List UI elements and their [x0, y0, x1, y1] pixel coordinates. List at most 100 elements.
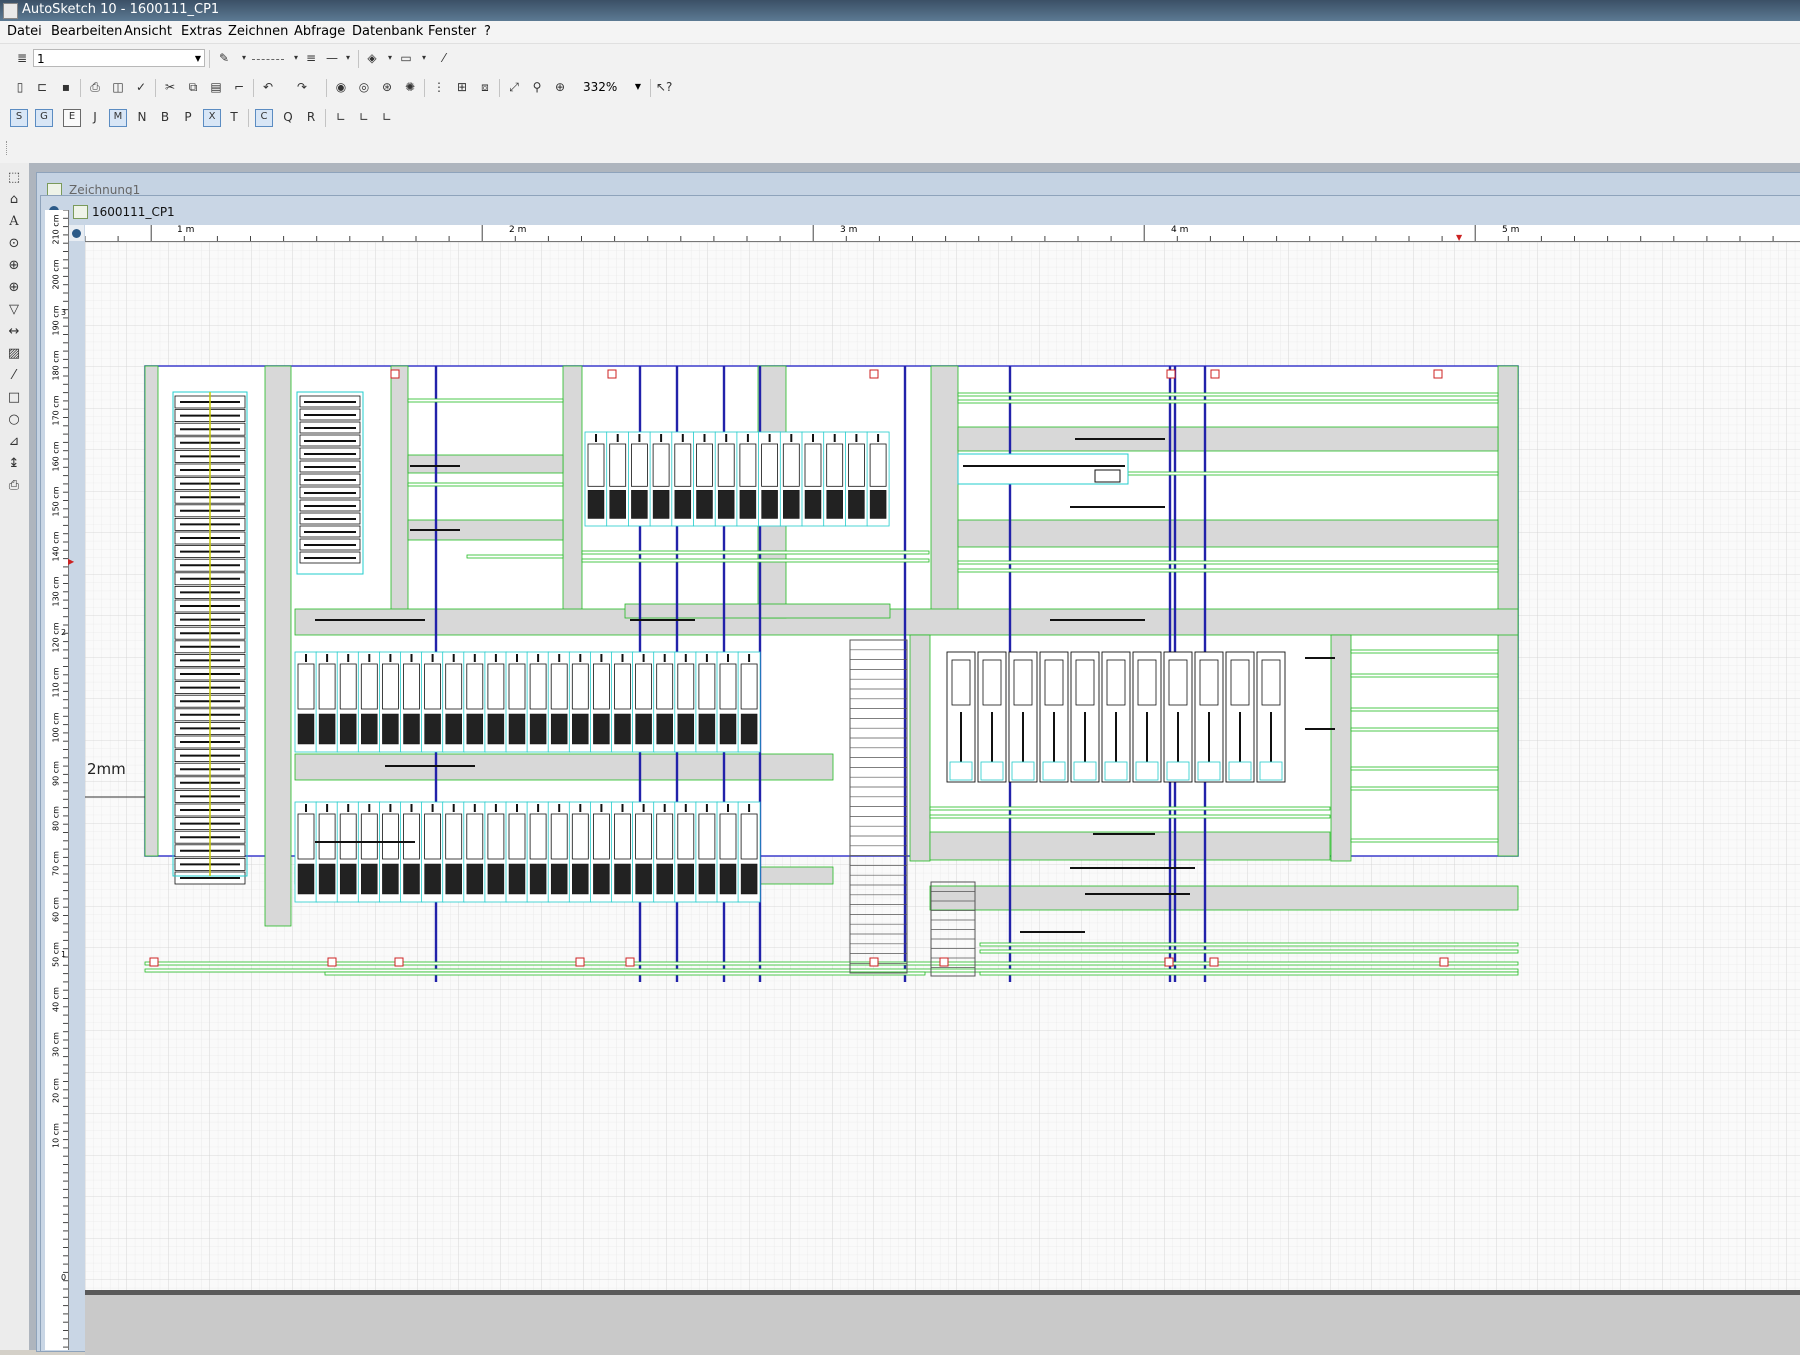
grid-icon[interactable]: ⋮: [431, 79, 447, 95]
menu-fenster[interactable]: Fenster: [428, 24, 476, 39]
io-module-connector: [572, 713, 589, 745]
snap-icon[interactable]: ↨: [5, 455, 23, 473]
ruler-origin-icon[interactable]: [72, 229, 81, 238]
fill-pattern-icon[interactable]: ▭: [396, 50, 416, 66]
terminal-red: [390, 369, 400, 379]
layer-select[interactable]: 1 ▼: [33, 49, 205, 67]
io-module-connector: [403, 863, 420, 895]
zoom-select[interactable]: 332% ▼: [580, 78, 644, 96]
layers-icon[interactable]: ⧈: [477, 79, 493, 95]
fill-color-icon[interactable]: ◈: [364, 50, 380, 66]
format-painter-icon[interactable]: ⌐: [231, 79, 247, 95]
menu-bearbeiten[interactable]: Bearbeiten: [51, 24, 122, 39]
snap-la-icon[interactable]: ∟: [333, 109, 349, 125]
context-help-icon[interactable]: ↖?: [656, 79, 672, 95]
horizontal-ruler[interactable]: 1 m 2 m 3 m 4 m 5 m ▼: [85, 225, 1800, 242]
hatch-icon[interactable]: ▨: [5, 345, 23, 363]
io-module-body: [571, 813, 589, 860]
snap-q-icon[interactable]: Q: [280, 109, 296, 125]
group-icon[interactable]: ◉: [333, 79, 349, 95]
layer-icon[interactable]: ≣: [14, 50, 30, 66]
zoom-window-icon[interactable]: ⤢: [506, 79, 522, 95]
chevron-down-icon[interactable]: ▾: [236, 50, 252, 66]
snap-e-icon[interactable]: E: [63, 109, 81, 127]
menu-ansicht[interactable]: Ansicht: [124, 24, 172, 39]
chevron-down-icon[interactable]: ▾: [340, 50, 356, 66]
open-icon[interactable]: ⊏: [34, 79, 50, 95]
io-module-connector: [382, 863, 399, 895]
symbol-icon[interactable]: ⊛: [379, 79, 395, 95]
snap-t-icon[interactable]: T: [226, 109, 242, 125]
io-module-body: [804, 443, 822, 487]
din-rail: [324, 971, 926, 976]
line-weight-icon[interactable]: ≡: [303, 50, 319, 66]
io-module-connector: [698, 713, 716, 745]
rectangle-icon[interactable]: □: [5, 389, 23, 407]
snap-b-icon[interactable]: B: [157, 109, 173, 125]
zoom-in-icon[interactable]: ⊕: [552, 79, 568, 95]
din-rail: [957, 568, 1499, 573]
print-icon[interactable]: ⎙: [5, 477, 23, 495]
chevron-down-icon[interactable]: ▾: [288, 50, 304, 66]
line-icon[interactable]: ⁄: [5, 367, 23, 385]
io-module-connector: [656, 863, 673, 895]
din-rail: [466, 554, 564, 559]
snap-j-icon[interactable]: J: [87, 109, 103, 125]
snap-lh-icon[interactable]: ∟: [379, 109, 395, 125]
ungroup-icon[interactable]: ◎: [356, 79, 372, 95]
ruler-label-cm: 190 cm: [51, 305, 61, 336]
print-icon[interactable]: ⎙: [87, 79, 103, 95]
zoom-window-icon[interactable]: ⊙: [5, 235, 23, 253]
edit-icon[interactable]: ⌂: [5, 191, 23, 209]
print-preview-icon[interactable]: ◫: [110, 79, 126, 95]
io-module-body: [529, 813, 547, 860]
explode-icon[interactable]: ✺: [402, 79, 418, 95]
pen-color-icon[interactable]: ✎: [216, 50, 232, 66]
menu-extras[interactable]: Extras: [181, 24, 222, 39]
terminal-red: [1164, 957, 1174, 967]
horizontal-scrollbar[interactable]: [85, 1290, 1800, 1355]
spellcheck-icon[interactable]: ✓: [133, 79, 149, 95]
snap-grid-icon[interactable]: ⊞: [454, 79, 470, 95]
snap-m-icon[interactable]: M: [109, 109, 127, 127]
eyedropper-icon[interactable]: ⁄: [436, 50, 452, 66]
drawing-canvas[interactable]: 2mm: [85, 242, 1800, 1290]
fill-icon[interactable]: ▽: [5, 301, 23, 319]
snap-x-icon[interactable]: X: [203, 109, 221, 127]
zoom-in-icon[interactable]: ⊕: [5, 279, 23, 297]
menu-zeichnen[interactable]: Zeichnen: [228, 24, 288, 39]
dimension-icon[interactable]: ↔: [5, 323, 23, 341]
cut-icon[interactable]: ✂: [162, 79, 178, 95]
undo-icon[interactable]: ↶: [260, 79, 276, 95]
select-icon[interactable]: ⬚: [5, 169, 23, 187]
copy-icon[interactable]: ⧉: [185, 79, 201, 95]
text-icon[interactable]: A: [5, 213, 23, 231]
io-module-body: [318, 813, 336, 860]
snap-s-icon[interactable]: S: [10, 109, 28, 127]
zoom-all-icon[interactable]: ⊕: [5, 257, 23, 275]
redo-icon[interactable]: ↷: [294, 79, 310, 95]
menu-datei[interactable]: Datei: [7, 24, 42, 39]
io-module-body: [339, 663, 357, 710]
menu-help[interactable]: ?: [484, 24, 491, 39]
paste-icon[interactable]: ▤: [208, 79, 224, 95]
save-icon[interactable]: ▪: [58, 79, 74, 95]
menu-abfrage[interactable]: Abfrage: [294, 24, 345, 39]
chevron-down-icon[interactable]: ▾: [416, 50, 432, 66]
line-style-select[interactable]: [252, 50, 284, 60]
snap-lr-icon[interactable]: ∟: [356, 109, 372, 125]
snap-c-icon[interactable]: C: [255, 109, 273, 127]
new-icon[interactable]: ▯: [12, 79, 28, 95]
vertical-ruler[interactable]: 210 cm 200 cm 190 cm 180 cm 170 cm 160 cm 150 …: [45, 210, 74, 1350]
line-type-icon[interactable]: —: [322, 50, 342, 66]
snap-r-icon[interactable]: R: [303, 109, 319, 125]
ortho-icon[interactable]: ⊿: [5, 433, 23, 451]
menu-datenbank[interactable]: Datenbank: [352, 24, 423, 39]
circle-icon[interactable]: ○: [5, 411, 23, 429]
snap-p-icon[interactable]: P: [180, 109, 196, 125]
zoom-prev-icon[interactable]: ⚲: [529, 79, 545, 95]
io-module-connector: [550, 863, 568, 895]
toolbar-grip[interactable]: [6, 141, 9, 155]
snap-n-icon[interactable]: N: [134, 109, 150, 125]
snap-g-icon[interactable]: G: [35, 109, 53, 127]
